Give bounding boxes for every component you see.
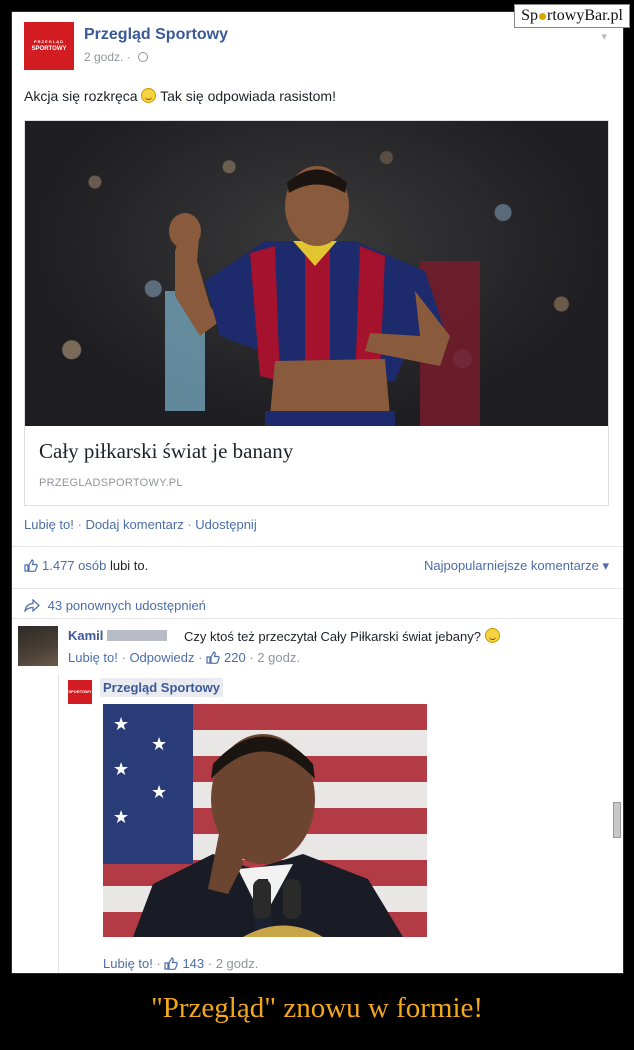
site-watermark: Sp rtowyBar.pl <box>514 4 630 28</box>
logo-text: SPORTOWY <box>31 46 67 52</box>
reply-time: · 2 godz. <box>204 956 259 971</box>
likes-count-link[interactable]: 1.477 osób <box>42 558 106 573</box>
post-text-after: Tak się odpowiada rasistom! <box>160 88 336 104</box>
thumbs-up-icon <box>206 651 220 664</box>
comment-actions: Lubię to! · Odpowiedz · 220 · 2 godz. <box>68 650 300 665</box>
reply-photo[interactable]: ★ ★ ★ ★ ★ <box>103 704 427 937</box>
link-title[interactable]: Cały piłkarski świat je banany <box>39 439 293 464</box>
commenter-name: Kamil <box>68 628 104 643</box>
comment-reply-link[interactable]: Odpowiedz <box>129 650 194 665</box>
shares-row[interactable]: 43 ponownych udostępnień <box>24 598 206 613</box>
watermark-text-right: rtowyBar.pl <box>547 7 623 24</box>
smile-emoticon-icon <box>141 88 157 103</box>
post-text-before: Akcja się rozkręca <box>24 88 138 104</box>
likes-row: 1.477 osób lubi to. Najpopularniejsze ko… <box>24 558 609 578</box>
separator: · <box>73 517 86 532</box>
reply-like-link[interactable]: Lubię to! <box>103 956 153 971</box>
divider <box>12 618 623 619</box>
post-text: Akcja się rozkręca Tak się odpowiada ras… <box>24 88 336 104</box>
commenter-name-link[interactable]: Kamil <box>68 628 168 643</box>
watermark-text-left: Sp <box>521 7 538 24</box>
thumbs-up-icon <box>24 559 38 572</box>
reply-avatar[interactable]: SPORTOWY <box>68 680 92 704</box>
logo-small-text: PRZEGLĄD <box>34 39 64 44</box>
comment-text: Czy ktoś też przeczytał Cały Piłkarski ś… <box>184 628 500 644</box>
footballer-photo <box>165 166 480 426</box>
add-comment-link[interactable]: Dodaj komentarz <box>85 517 183 532</box>
separator: · <box>194 650 207 665</box>
post-meta: 2 godz. · <box>84 50 149 64</box>
link-domain: PRZEGLADSPORTOWY.PL <box>39 477 183 489</box>
reply-likes-count[interactable]: 143 <box>182 956 204 971</box>
thumbs-up-icon <box>164 957 179 970</box>
separator: · <box>117 650 130 665</box>
share-link[interactable]: Udostępnij <box>195 517 256 532</box>
smile-emoticon-icon <box>484 628 500 643</box>
divider <box>12 546 623 547</box>
speaker-photo <box>133 734 403 937</box>
page-logo[interactable]: PRZEGLĄD SPORTOWY <box>24 22 74 70</box>
link-preview-image[interactable] <box>25 121 608 426</box>
football-icon <box>539 12 546 20</box>
page-name-link[interactable]: Przegląd Sportowy <box>84 26 228 44</box>
post-header: PRZEGLĄD SPORTOWY Przegląd Sportowy 2 go… <box>24 22 611 78</box>
reply-thread-line <box>58 674 59 973</box>
separator: · <box>152 956 165 971</box>
post-actions: Lubię to! · Dodaj komentarz · Udostępnij <box>24 517 257 532</box>
shares-count-link[interactable]: 43 ponownych udostępnień <box>48 598 206 613</box>
comment-likes-count[interactable]: 220 <box>224 650 246 665</box>
facebook-post-screenshot: PRZEGLĄD SPORTOWY Przegląd Sportowy 2 go… <box>11 11 624 974</box>
divider <box>12 588 623 589</box>
globe-icon <box>138 52 149 62</box>
meme-caption: "Przegląd" znowu w formie! <box>150 992 484 1024</box>
comment-time: · 2 godz. <box>245 650 300 665</box>
comment-body: Czy ktoś też przeczytał Cały Piłkarski ś… <box>184 629 481 644</box>
post-time[interactable]: 2 godz. · <box>84 50 131 64</box>
separator: · <box>183 517 196 532</box>
censored-surname <box>107 630 168 641</box>
share-arrow-icon <box>24 598 48 613</box>
chevron-down-icon[interactable]: ▾ <box>601 30 607 43</box>
reply-actions: Lubię to! · 143 · 2 godz. <box>103 956 258 971</box>
comment-like-link[interactable]: Lubię to! <box>68 650 118 665</box>
comment-sort-dropdown[interactable]: Najpopularniejsze komentarze ▾ <box>424 558 609 574</box>
like-link[interactable]: Lubię to! <box>24 517 74 532</box>
reply-author-link[interactable]: Przegląd Sportowy <box>100 678 224 697</box>
link-preview-card[interactable]: Cały piłkarski świat je banany PRZEGLADS… <box>24 120 609 506</box>
likes-suffix: lubi to. <box>106 558 149 573</box>
commenter-avatar[interactable] <box>18 626 58 666</box>
scrollbar-thumb[interactable] <box>613 802 621 838</box>
